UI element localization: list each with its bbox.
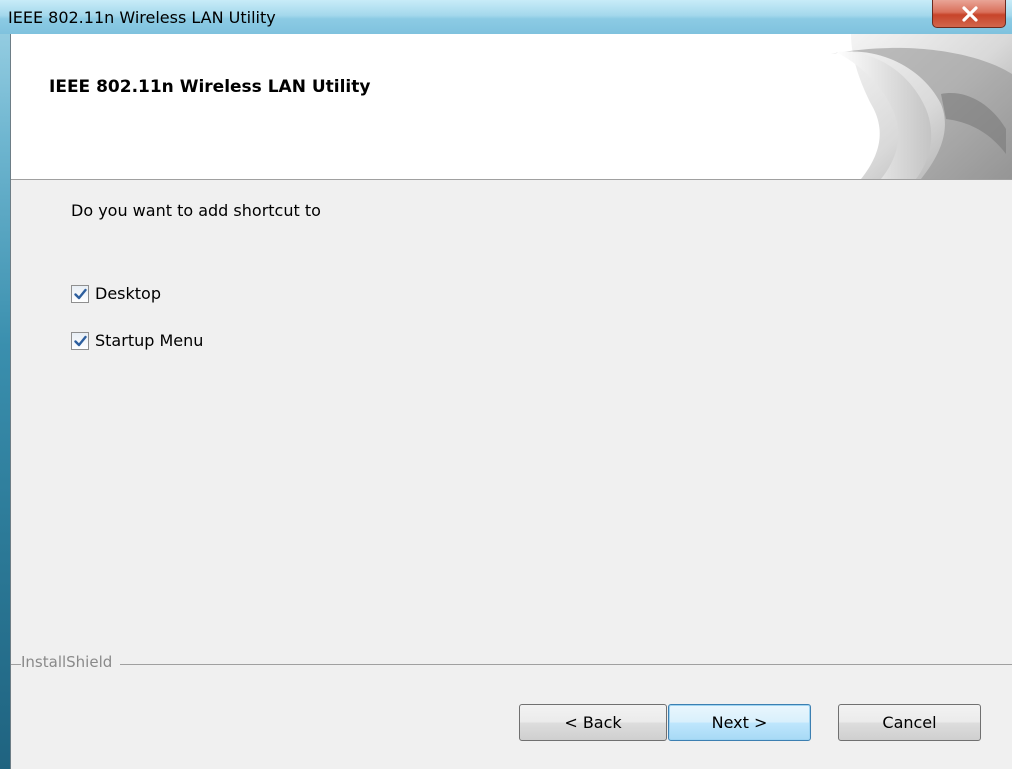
checkbox-startup-menu-box[interactable] [71, 331, 89, 350]
checkbox-desktop-label: Desktop [95, 284, 161, 303]
back-button[interactable]: < Back [519, 704, 667, 741]
header-panel: IEEE 802.11n Wireless LAN Utility [11, 34, 1012, 180]
checkbox-startup-menu[interactable]: Startup Menu [71, 331, 203, 350]
brand-divider [11, 664, 1012, 665]
shortcut-prompt: Do you want to add shortcut to [71, 201, 321, 220]
checkbox-startup-menu-label: Startup Menu [95, 331, 204, 350]
close-x-icon [962, 6, 978, 22]
checkbox-desktop[interactable]: Desktop [71, 284, 161, 303]
next-button[interactable]: Next > [668, 704, 811, 741]
page-curl-graphic [831, 34, 1012, 179]
installshield-brand: InstallShield [21, 653, 121, 671]
checkmark-icon [74, 288, 87, 299]
window-title: IEEE 802.11n Wireless LAN Utility [8, 8, 276, 27]
checkmark-icon [74, 335, 87, 346]
header-title: IEEE 802.11n Wireless LAN Utility [49, 77, 371, 97]
title-bar[interactable]: IEEE 802.11n Wireless LAN Utility [0, 0, 1012, 34]
checkbox-desktop-box[interactable] [71, 284, 89, 303]
cancel-button[interactable]: Cancel [838, 704, 981, 741]
dialog-client-area: IEEE 802.11n Wireless LAN Utility Do you… [10, 34, 1012, 769]
close-button[interactable] [932, 0, 1006, 28]
